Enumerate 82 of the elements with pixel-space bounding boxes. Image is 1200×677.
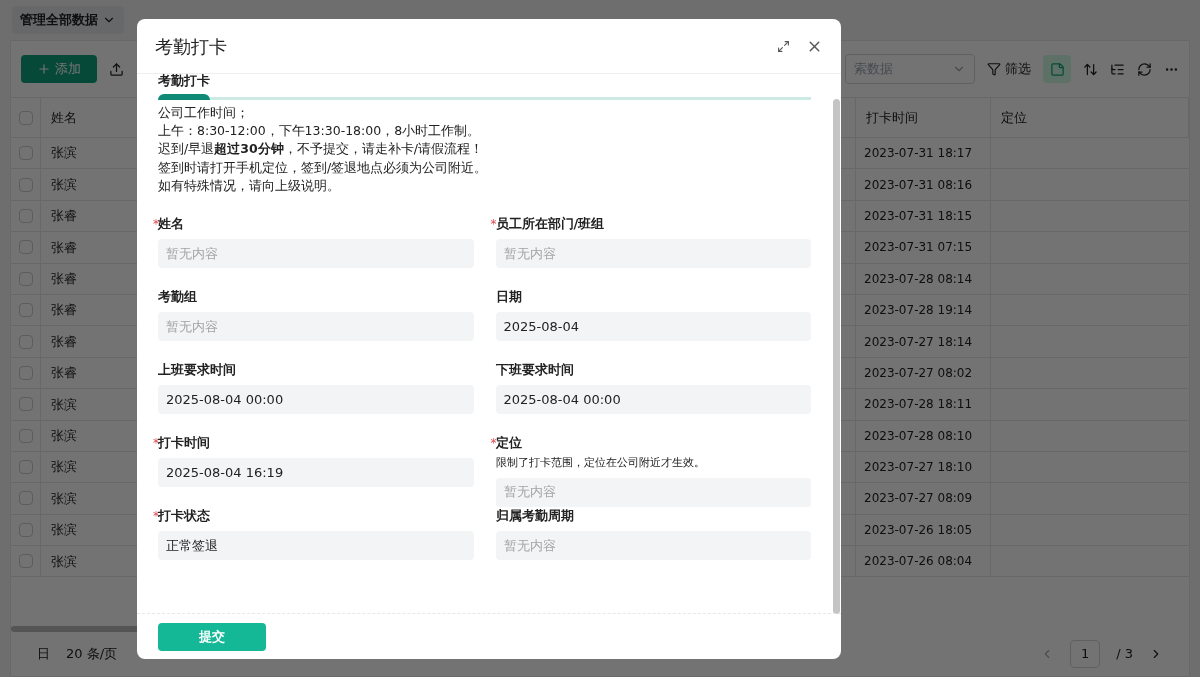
table-cell-text: 2023-07-28 19:14 bbox=[864, 302, 973, 320]
field-label: 员工所在部门/班组 bbox=[495, 215, 605, 234]
table-cell-text: 2023-07-31 08:16 bbox=[864, 176, 973, 194]
table-cell-text: 2023-07-27 08:02 bbox=[864, 364, 973, 382]
table-cell-text: 张滨 bbox=[51, 489, 77, 508]
table-cell-text: 2023-07-27 18:14 bbox=[864, 333, 973, 351]
field-label: 姓名 bbox=[158, 215, 184, 234]
refresh-icon[interactable] bbox=[1137, 61, 1152, 77]
column-header: 姓名 bbox=[51, 108, 77, 127]
table-cell-text: 张滨 bbox=[51, 175, 77, 194]
add-button[interactable]: 添加 bbox=[21, 55, 97, 83]
input-field[interactable]: 暂无内容 bbox=[495, 531, 811, 560]
note-icon bbox=[1049, 61, 1065, 77]
table-cell-text: 张滨 bbox=[51, 144, 77, 163]
required-mark: * bbox=[490, 216, 496, 233]
table-cell-text: 2023-07-27 08:09 bbox=[864, 490, 973, 508]
field-label: 归属考勤周期 bbox=[495, 507, 574, 526]
input-field[interactable]: 2025-08-04 00:00 bbox=[495, 385, 811, 414]
notice-text: 如有特殊情况，请向上级说明。 bbox=[158, 176, 341, 195]
table-cell-text: 张睿 bbox=[51, 301, 77, 320]
table-cell-text: 2023-07-26 08:04 bbox=[864, 553, 973, 571]
group-icon[interactable] bbox=[1110, 61, 1125, 77]
field-label: 定位 bbox=[495, 434, 522, 453]
page-input[interactable]: 1 bbox=[1070, 640, 1101, 668]
table-cell-text: 张滨 bbox=[51, 426, 77, 445]
input-field[interactable]: 2025-08-04 00:00 bbox=[158, 385, 474, 414]
table-cell-text: 张睿 bbox=[51, 332, 77, 351]
sort-icon[interactable] bbox=[1083, 61, 1098, 77]
table-cell-text: 张滨 bbox=[51, 395, 77, 414]
table-cell-text: 2023-07-28 08:10 bbox=[864, 427, 973, 445]
table-cell-text: 2023-07-26 18:05 bbox=[864, 521, 973, 539]
input-field[interactable]: 暂无内容 bbox=[495, 239, 811, 268]
section-title: 考勤打卡 bbox=[157, 74, 211, 88]
table-cell-text: 2023-07-27 18:10 bbox=[864, 459, 973, 477]
column-header: 定位 bbox=[1001, 108, 1027, 127]
notice-text: 迟到/早退超过30分钟，不予提交，请走补卡/请假流程！ bbox=[158, 140, 484, 159]
input-field[interactable]: 2025-08-04 bbox=[495, 312, 811, 341]
page-size-select[interactable]: 20 条/页 bbox=[66, 644, 118, 664]
scope-dropdown[interactable]: 管理全部数据 bbox=[12, 6, 124, 34]
filter-icon bbox=[987, 62, 1001, 76]
table-cell-text: 2023-07-28 18:11 bbox=[864, 396, 973, 414]
input-field[interactable]: 暂无内容 bbox=[158, 239, 474, 268]
field-label: 上班要求时间 bbox=[158, 361, 236, 380]
table-cell-text: 张滨 bbox=[51, 458, 77, 477]
input-field[interactable]: 2025-08-04 16:19 bbox=[158, 458, 474, 487]
notice-text: 公司工作时间； bbox=[158, 104, 250, 122]
table-cell-text: 张睿 bbox=[51, 270, 77, 288]
notice-text: 上午：8:30-12:00，下午13:30-18:00，8小时工作制。 bbox=[158, 122, 482, 141]
input-field[interactable]: 正常签退 bbox=[158, 531, 474, 560]
field-label: 下班要求时间 bbox=[495, 361, 574, 380]
table-cell-text: 张滨 bbox=[51, 552, 77, 571]
field-hint: 限制了打卡范围，定位在公司附近才生效。 bbox=[495, 455, 706, 471]
dialog-title: 考勤打卡 bbox=[155, 34, 228, 59]
notice-text: 签到时请打开手机定位，签到/签退地点必须为公司附近。 bbox=[158, 158, 489, 177]
field-label: 打卡时间 bbox=[158, 434, 210, 453]
table-cell-text: 2023-07-31 18:17 bbox=[864, 145, 973, 163]
field-label: 打卡状态 bbox=[158, 507, 210, 526]
table-cell-text: 张滨 bbox=[51, 521, 77, 540]
upload-icon[interactable] bbox=[109, 61, 124, 77]
scrollbar[interactable] bbox=[833, 99, 840, 614]
required-mark: * bbox=[490, 435, 496, 452]
required-mark: * bbox=[153, 216, 158, 233]
required-mark: * bbox=[153, 435, 158, 452]
input-field[interactable]: 暂无内容 bbox=[158, 312, 474, 341]
required-mark: * bbox=[153, 508, 158, 525]
field-label: 日期 bbox=[495, 288, 522, 307]
page-count: / 3 bbox=[1116, 645, 1133, 664]
expand-icon[interactable] bbox=[777, 39, 790, 53]
filter-button[interactable]: 筛选 bbox=[987, 59, 1031, 79]
table-cell-text: 2023-07-28 08:14 bbox=[864, 270, 973, 288]
footer-label: 日 bbox=[37, 645, 50, 664]
table-cell-text: 张睿 bbox=[51, 238, 77, 257]
note-view-button[interactable] bbox=[1043, 55, 1071, 83]
plus-icon bbox=[37, 62, 51, 76]
table-cell-text: 2023-07-31 18:15 bbox=[864, 207, 973, 225]
table-cell-text: 张睿 bbox=[51, 364, 77, 383]
column-header: 打卡时间 bbox=[866, 108, 918, 127]
table-cell-text: 2023-07-31 07:15 bbox=[864, 239, 973, 257]
submit-button[interactable]: 提交 bbox=[158, 622, 266, 651]
table-cell-text: 张睿 bbox=[51, 207, 77, 226]
input-field[interactable]: 暂无内容 bbox=[495, 477, 811, 507]
field-label: 考勤组 bbox=[158, 288, 197, 307]
